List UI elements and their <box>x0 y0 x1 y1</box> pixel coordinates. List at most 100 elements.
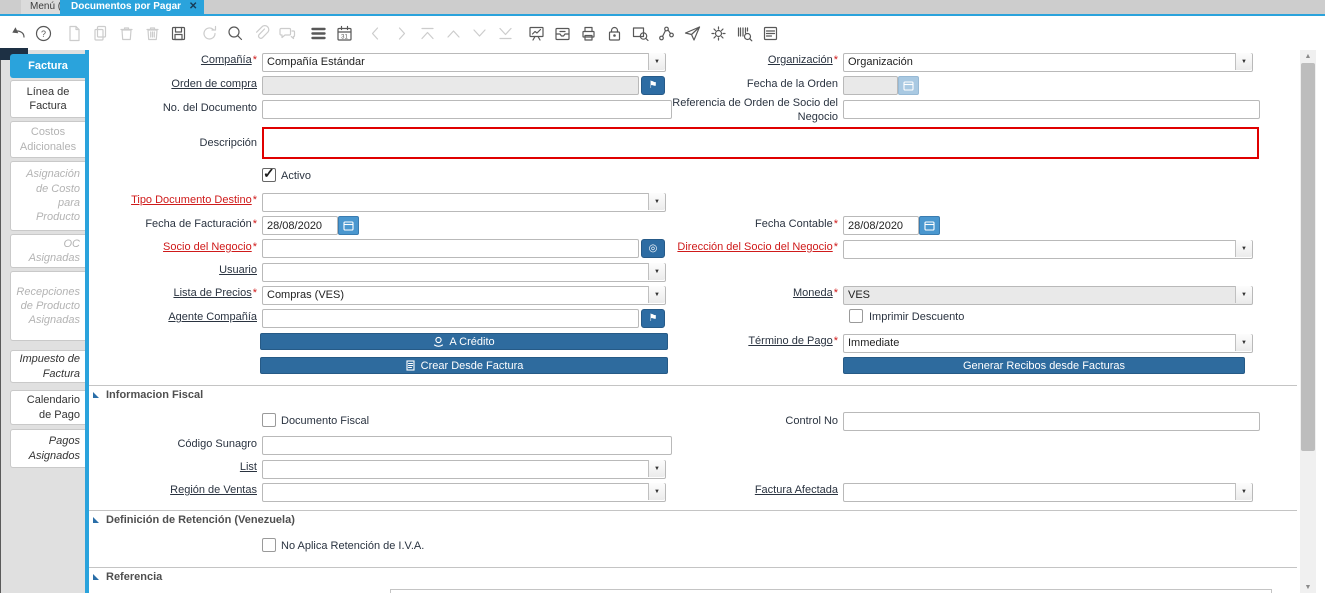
archive-icon[interactable] <box>552 23 572 43</box>
find-icon[interactable] <box>225 23 245 43</box>
label-region-de-ventas[interactable]: Región de Ventas <box>60 484 257 498</box>
label-imprimir-descuento: Imprimir Descuento <box>869 311 964 323</box>
attachment-icon[interactable] <box>251 23 271 43</box>
first-record-icon[interactable] <box>417 23 437 43</box>
toggle-grid-icon[interactable] <box>308 23 328 43</box>
record-search-icon[interactable]: ⚑ <box>641 309 665 328</box>
scroll-up-icon[interactable]: ▲ <box>1300 50 1316 62</box>
previous-icon[interactable] <box>365 23 385 43</box>
factura-afectada-combobox[interactable]: ▼ <box>843 482 1253 501</box>
sidebar-tab-calendario-de-pago[interactable]: Calendario de Pago <box>10 390 85 425</box>
chevron-down-icon[interactable]: ▼ <box>1235 286 1252 303</box>
calendar-picker-icon[interactable] <box>919 216 940 235</box>
codigo-sunagro-field[interactable] <box>262 436 672 455</box>
scrollbar-thumb[interactable] <box>1301 63 1315 451</box>
crear-desde-factura-button[interactable]: Crear Desde Factura <box>260 357 668 374</box>
organizacion-combobox[interactable]: ▼ <box>843 52 1253 71</box>
section-divider <box>89 567 1297 568</box>
new-record-icon[interactable] <box>64 23 84 43</box>
preferences-icon[interactable] <box>708 23 728 43</box>
next-icon[interactable] <box>391 23 411 43</box>
fecha-facturacion-field[interactable] <box>262 216 338 235</box>
generar-recibos-button[interactable]: Generar Recibos desde Facturas <box>843 357 1245 374</box>
termino-de-pago-combobox[interactable]: ▼ <box>843 333 1253 352</box>
calendar-icon[interactable]: 31 <box>334 23 354 43</box>
compania-combobox[interactable]: ▼ <box>262 52 666 71</box>
usuario-combobox[interactable]: ▼ <box>262 262 666 281</box>
chat-icon[interactable] <box>277 23 297 43</box>
moneda-combobox[interactable]: ▼ <box>843 285 1253 304</box>
section-informacion-fiscal[interactable]: Informacion Fiscal <box>93 389 203 401</box>
send-icon[interactable] <box>682 23 702 43</box>
product-info-icon[interactable] <box>734 23 754 43</box>
no-aplica-retencion-checkbox[interactable] <box>262 538 276 552</box>
section-collapse-icon[interactable] <box>93 392 99 398</box>
delete-selection-icon[interactable] <box>142 23 162 43</box>
tab-documentos-por-pagar[interactable]: Documentos por Pagar ✕ <box>60 0 204 14</box>
direccion-socio-combobox[interactable]: ▼ <box>843 239 1253 258</box>
chevron-down-icon[interactable]: ▼ <box>1235 53 1252 70</box>
referencia-orden-field[interactable] <box>843 100 1260 119</box>
save-icon[interactable] <box>168 23 188 43</box>
no-del-documento-field[interactable] <box>262 100 672 119</box>
chevron-down-icon[interactable]: ▼ <box>1235 483 1252 500</box>
list-combobox[interactable]: ▼ <box>262 459 666 478</box>
a-credito-button[interactable]: A Crédito <box>260 333 668 350</box>
delete-icon[interactable] <box>116 23 136 43</box>
label-agente-compania[interactable]: Agente Compañía <box>60 311 257 325</box>
imprimir-descuento-checkbox[interactable] <box>849 309 863 323</box>
calendar-picker-icon[interactable] <box>338 216 359 235</box>
chevron-down-icon[interactable]: ▼ <box>1235 334 1252 351</box>
sidebar-tab-impuesto-de-factura[interactable]: Impuesto de Factura <box>10 350 85 383</box>
descripcion-textarea[interactable] <box>262 127 1259 159</box>
label-tipo-documento-destino[interactable]: Tipo Documento Destino* <box>60 194 257 208</box>
lista-de-precios-combobox[interactable]: ▼ <box>262 285 666 304</box>
workflow-icon[interactable] <box>656 23 676 43</box>
print-icon[interactable] <box>578 23 598 43</box>
label-moneda[interactable]: Moneda* <box>640 287 838 301</box>
chevron-down-icon[interactable]: ▼ <box>648 460 665 477</box>
socio-del-negocio-field[interactable] <box>262 239 639 258</box>
undo-icon[interactable] <box>7 23 27 43</box>
tipo-documento-destino-combobox[interactable]: ▼ <box>262 192 666 211</box>
label-orden-de-compra[interactable]: Orden de compra <box>60 78 257 92</box>
chevron-down-icon[interactable]: ▼ <box>648 193 665 210</box>
region-de-ventas-combobox[interactable]: ▼ <box>262 482 666 501</box>
label-direccion-socio[interactable]: Dirección del Socio del Negocio* <box>598 241 838 255</box>
label-usuario[interactable]: Usuario <box>60 264 257 278</box>
control-no-field[interactable] <box>843 412 1260 431</box>
chevron-down-icon[interactable]: ▼ <box>648 263 665 280</box>
report-icon[interactable] <box>526 23 546 43</box>
report-window-icon[interactable] <box>760 23 780 43</box>
agente-compania-field[interactable] <box>262 309 639 328</box>
refresh-icon[interactable] <box>199 23 219 43</box>
lock-icon[interactable] <box>604 23 624 43</box>
label-list[interactable]: List <box>60 461 257 475</box>
vertical-scrollbar[interactable]: ▲ ▼ <box>1300 50 1316 593</box>
label-lista-de-precios[interactable]: Lista de Precios* <box>60 287 257 301</box>
label-socio-del-negocio[interactable]: Socio del Negocio* <box>60 241 257 255</box>
toolbar: ? 31 <box>0 16 1325 50</box>
section-definicion-retencion[interactable]: Definición de Retención (Venezuela) <box>93 514 295 526</box>
zoom-across-icon[interactable] <box>630 23 650 43</box>
fecha-contable-field[interactable] <box>843 216 919 235</box>
chevron-down-icon[interactable]: ▼ <box>1235 240 1252 257</box>
section-referencia[interactable]: Referencia <box>93 571 162 583</box>
close-icon[interactable]: ✕ <box>189 0 197 14</box>
label-factura-afectada[interactable]: Factura Afectada <box>640 484 838 498</box>
label-termino-de-pago[interactable]: Término de Pago* <box>640 335 838 349</box>
referencia-field-partial[interactable] <box>390 589 1272 593</box>
next-record-icon[interactable] <box>469 23 489 43</box>
section-collapse-icon[interactable] <box>93 574 99 580</box>
section-collapse-icon[interactable] <box>93 517 99 523</box>
scroll-down-icon[interactable]: ▼ <box>1300 581 1316 593</box>
label-compania[interactable]: Compañía* <box>60 54 257 68</box>
documento-fiscal-checkbox[interactable] <box>262 413 276 427</box>
last-record-icon[interactable] <box>495 23 515 43</box>
help-icon[interactable]: ? <box>33 23 53 43</box>
previous-record-icon[interactable] <box>443 23 463 43</box>
label-organizacion[interactable]: Organización* <box>640 54 838 68</box>
activo-checkbox[interactable] <box>262 168 276 182</box>
label-fecha-de-la-orden: Fecha de la Orden <box>640 78 838 92</box>
copy-record-icon[interactable] <box>90 23 110 43</box>
